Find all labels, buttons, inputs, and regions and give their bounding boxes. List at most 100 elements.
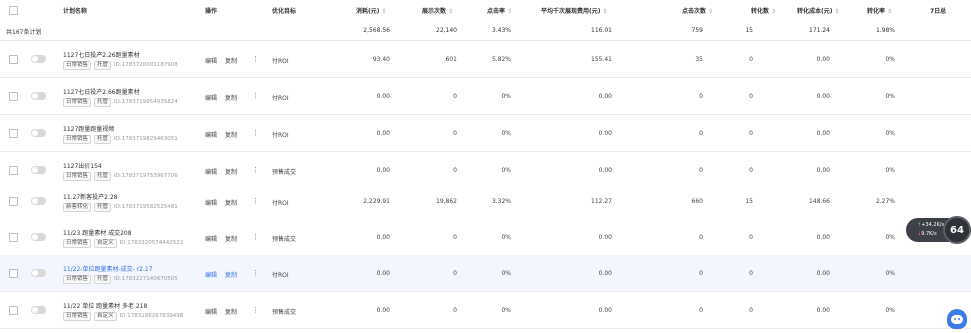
col-clicks[interactable]: 点击次数 ⇕: [682, 6, 713, 15]
col-ctr[interactable]: 点击率 ⇕: [487, 6, 512, 15]
usage-gauge[interactable]: 64: [943, 216, 971, 244]
cost-cell: 0.00: [376, 307, 390, 314]
table-row[interactable]: 1127跑量跑量视频 日常销售 托管 ID:1783719829463051 编辑 …: [0, 115, 971, 152]
cpa-cell: 0.00: [816, 130, 830, 137]
copy-button[interactable]: 复制: [225, 198, 237, 207]
speed-widget[interactable]: ↑+34.2K/s ↓9.7K/s 64: [906, 216, 971, 244]
col-cpm[interactable]: 平均千次展现费用(元) ⇕: [541, 6, 608, 15]
impressions-cell: 0: [453, 167, 457, 174]
copy-button[interactable]: 复制: [225, 93, 237, 102]
conversions-cell: 0: [749, 234, 753, 241]
table-row[interactable]: 11.27新客投产2.28 新客转化 托管 ID:1783719582525481 …: [0, 183, 971, 220]
table-row[interactable]: 1127七日投产2.26跑量素材 日常销售 托管 ID:17837200011879…: [0, 41, 971, 78]
more-icon[interactable]: ⋮: [252, 269, 259, 277]
row-checkbox[interactable]: [9, 233, 18, 242]
plan-toggle[interactable]: [31, 129, 46, 137]
cvr-cell: 0%: [885, 307, 895, 314]
cvr-cell: 0%: [885, 130, 895, 137]
copy-button[interactable]: 复制: [225, 307, 237, 316]
scene-tag: 日常销售: [63, 135, 92, 144]
edit-button[interactable]: 编辑: [205, 234, 217, 243]
plan-toggle[interactable]: [31, 92, 46, 100]
table-row[interactable]: 11/22-单拉跑量素材-成交- r2.17 日常销售 托管 ID:17832271…: [0, 255, 971, 292]
assistant-mascot-icon[interactable]: [947, 309, 967, 329]
edit-button[interactable]: 编辑: [205, 198, 217, 207]
cost-cell: 2,229.91: [363, 198, 390, 205]
cpm-cell: 0.00: [598, 130, 612, 137]
plan-toggle[interactable]: [31, 55, 46, 63]
col-conversions[interactable]: 转化数 ⇕: [751, 6, 776, 15]
mode-tag: 托管: [94, 203, 112, 212]
plan-toggle[interactable]: [31, 306, 46, 314]
table-row[interactable]: 11/23 跑量素材 成交208 日常销售 自定义 ID:1783320574442…: [0, 219, 971, 256]
more-icon[interactable]: ⋮: [252, 92, 259, 100]
plan-name[interactable]: 1127七日投产2.26跑量素材: [63, 50, 140, 59]
cpm-cell: 112.27: [591, 198, 612, 205]
col-cvr[interactable]: 转化率 ⇕: [867, 6, 892, 15]
select-all-checkbox[interactable]: [9, 6, 18, 15]
row-checkbox[interactable]: [9, 129, 18, 138]
more-icon[interactable]: ⋮: [252, 166, 259, 174]
plan-name[interactable]: 1127出价154: [63, 161, 102, 170]
col-cost[interactable]: 消耗(元) ⇕: [356, 6, 387, 15]
edit-button[interactable]: 编辑: [205, 130, 217, 139]
download-speed: ↓9.7K/s: [917, 231, 937, 237]
plan-name[interactable]: 11/23 跑量素材 成交208: [63, 228, 132, 237]
copy-button[interactable]: 复制: [225, 270, 237, 279]
plan-toggle[interactable]: [31, 233, 46, 241]
goal-cell: 预售成交: [272, 169, 297, 176]
more-icon[interactable]: ⋮: [252, 55, 259, 63]
row-checkbox[interactable]: [9, 197, 18, 206]
more-icon[interactable]: ⋮: [252, 233, 259, 241]
row-checkbox[interactable]: [9, 269, 18, 278]
plan-name[interactable]: 11.27新客投产2.28: [63, 192, 118, 201]
row-checkbox[interactable]: [9, 306, 18, 315]
summary-impressions: 22,140: [436, 27, 457, 34]
cvr-cell: 0%: [885, 56, 895, 63]
table-row[interactable]: 11/22 单拉 跑量素材 多老 218 日常销售 自定义 ID:178318826…: [0, 292, 971, 329]
more-icon[interactable]: ⋮: [252, 306, 259, 314]
copy-button[interactable]: 复制: [225, 130, 237, 139]
edit-button[interactable]: 编辑: [205, 93, 217, 102]
goal-cell: 预售成交: [272, 236, 297, 243]
ctr-cell: 0%: [501, 270, 511, 277]
cpa-cell: 0.00: [816, 234, 830, 241]
goal-cell: 付ROI: [272, 272, 289, 279]
cpm-cell: 0.00: [598, 93, 612, 100]
ctr-cell: 0%: [501, 130, 511, 137]
cost-cell: 0.00: [376, 130, 390, 137]
plan-name[interactable]: 1127跑量跑量视频: [63, 124, 114, 133]
edit-button[interactable]: 编辑: [205, 307, 217, 316]
plan-id: ID:1783719829463051: [114, 136, 178, 142]
row-checkbox[interactable]: [9, 92, 18, 101]
plan-toggle[interactable]: [31, 197, 46, 205]
plan-meta: 日常销售 自定义 ID:1783188267839498: [63, 312, 183, 321]
more-icon[interactable]: ⋮: [252, 197, 259, 205]
plan-toggle[interactable]: [31, 269, 46, 277]
col-cpa[interactable]: 转化成本(元) ⇕: [797, 6, 840, 15]
plan-toggle[interactable]: [31, 166, 46, 174]
ctr-cell: 5.82%: [491, 56, 511, 63]
copy-button[interactable]: 复制: [225, 167, 237, 176]
edit-button[interactable]: 编辑: [205, 56, 217, 65]
copy-button[interactable]: 复制: [225, 56, 237, 65]
conversions-cell: 0: [749, 93, 753, 100]
edit-button[interactable]: 编辑: [205, 167, 217, 176]
summary-row: 共167条计划 2,568.56 22,140 3.43% 116.01 759…: [0, 20, 971, 41]
more-icon[interactable]: ⋮: [252, 129, 259, 137]
row-checkbox[interactable]: [9, 55, 18, 64]
col-impressions[interactable]: 展示次数 ⇕: [422, 6, 453, 15]
plan-name[interactable]: 1127七日投产2.66跑量素材: [63, 87, 140, 96]
conversions-cell: 15: [745, 198, 753, 205]
cpm-cell: 0.00: [598, 270, 612, 277]
plan-name[interactable]: 11/22 单拉 跑量素材 多老 218: [63, 301, 147, 310]
scene-tag: 日常销售: [63, 312, 92, 321]
row-checkbox[interactable]: [9, 166, 18, 175]
mode-tag: 托管: [94, 135, 112, 144]
edit-button[interactable]: 编辑: [205, 270, 217, 279]
goal-cell: 预售成交: [272, 309, 297, 316]
impressions-cell: 0: [453, 93, 457, 100]
plan-name[interactable]: 11/22-单拉跑量素材-成交- r2.17: [63, 264, 153, 273]
table-row[interactable]: 1127七日投产2.66跑量素材 日常销售 托管 ID:17837199549358…: [0, 78, 971, 115]
copy-button[interactable]: 复制: [225, 234, 237, 243]
